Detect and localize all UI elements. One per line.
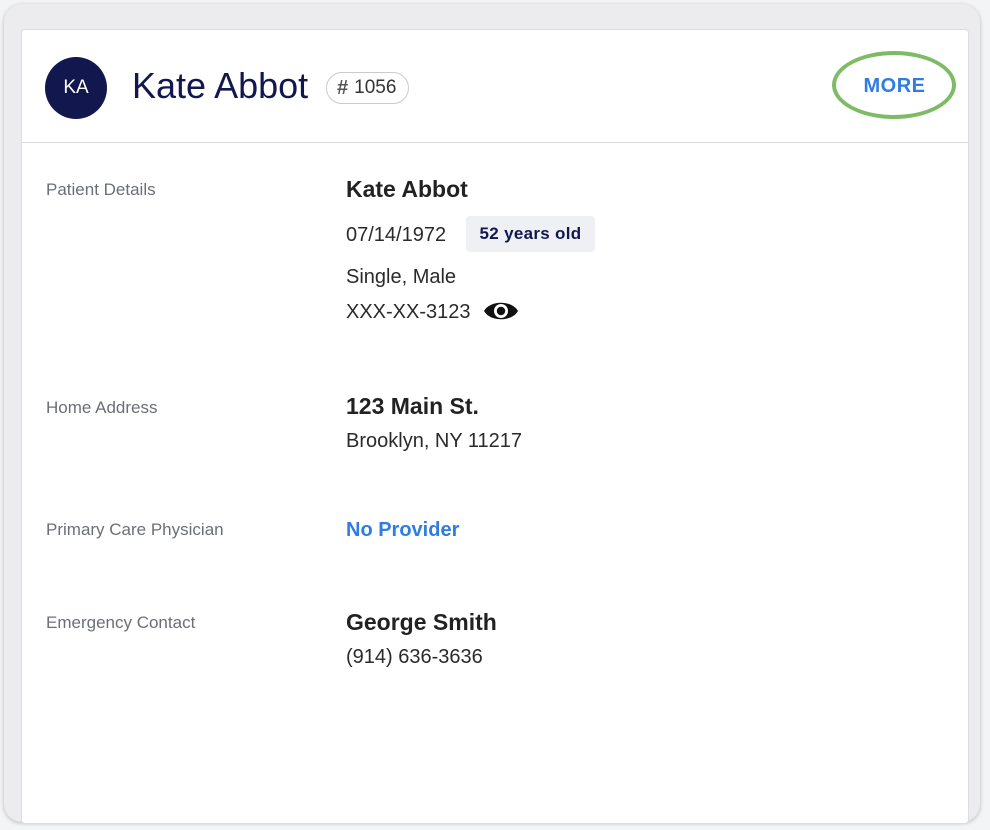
page-title: Kate Abbot: [132, 65, 309, 106]
emergency-contact-name: George Smith: [346, 609, 497, 635]
card-header: KA Kate Abbot # 1056 MORE: [22, 30, 968, 143]
patient-details-label: Patient Details: [46, 180, 156, 199]
avatar-initials: KA: [63, 77, 89, 98]
patient-card: KA Kate Abbot # 1056 MORE Patient Detail…: [21, 29, 969, 824]
home-address-label: Home Address: [46, 398, 158, 417]
more-button[interactable]: MORE: [847, 70, 942, 102]
hash-icon: #: [337, 76, 349, 99]
no-provider-link[interactable]: No Provider: [346, 519, 459, 542]
outer-frame: KA Kate Abbot # 1056 MORE Patient Detail…: [4, 4, 980, 824]
emergency-contact-phone: (914) 636-3636: [346, 646, 483, 668]
patient-id: 1056: [354, 77, 397, 98]
age-badge: 52 years old: [466, 216, 595, 252]
ssn-value: XXX-XX-3123: [346, 301, 471, 323]
address-line1: 123 Main St.: [346, 393, 479, 419]
eye-icon[interactable]: [483, 298, 519, 324]
primary-care-label: Primary Care Physician: [46, 520, 224, 539]
emergency-contact-label: Emergency Contact: [46, 613, 196, 632]
marital-gender-value: Single, Male: [346, 266, 457, 288]
patient-id-chip: # 1056: [326, 72, 410, 104]
patient-name-value: Kate Abbot: [346, 176, 468, 202]
avatar: KA: [45, 57, 107, 119]
dob-value: 07/14/1972: [346, 224, 447, 246]
address-line2: Brooklyn, NY 11217: [346, 430, 523, 452]
